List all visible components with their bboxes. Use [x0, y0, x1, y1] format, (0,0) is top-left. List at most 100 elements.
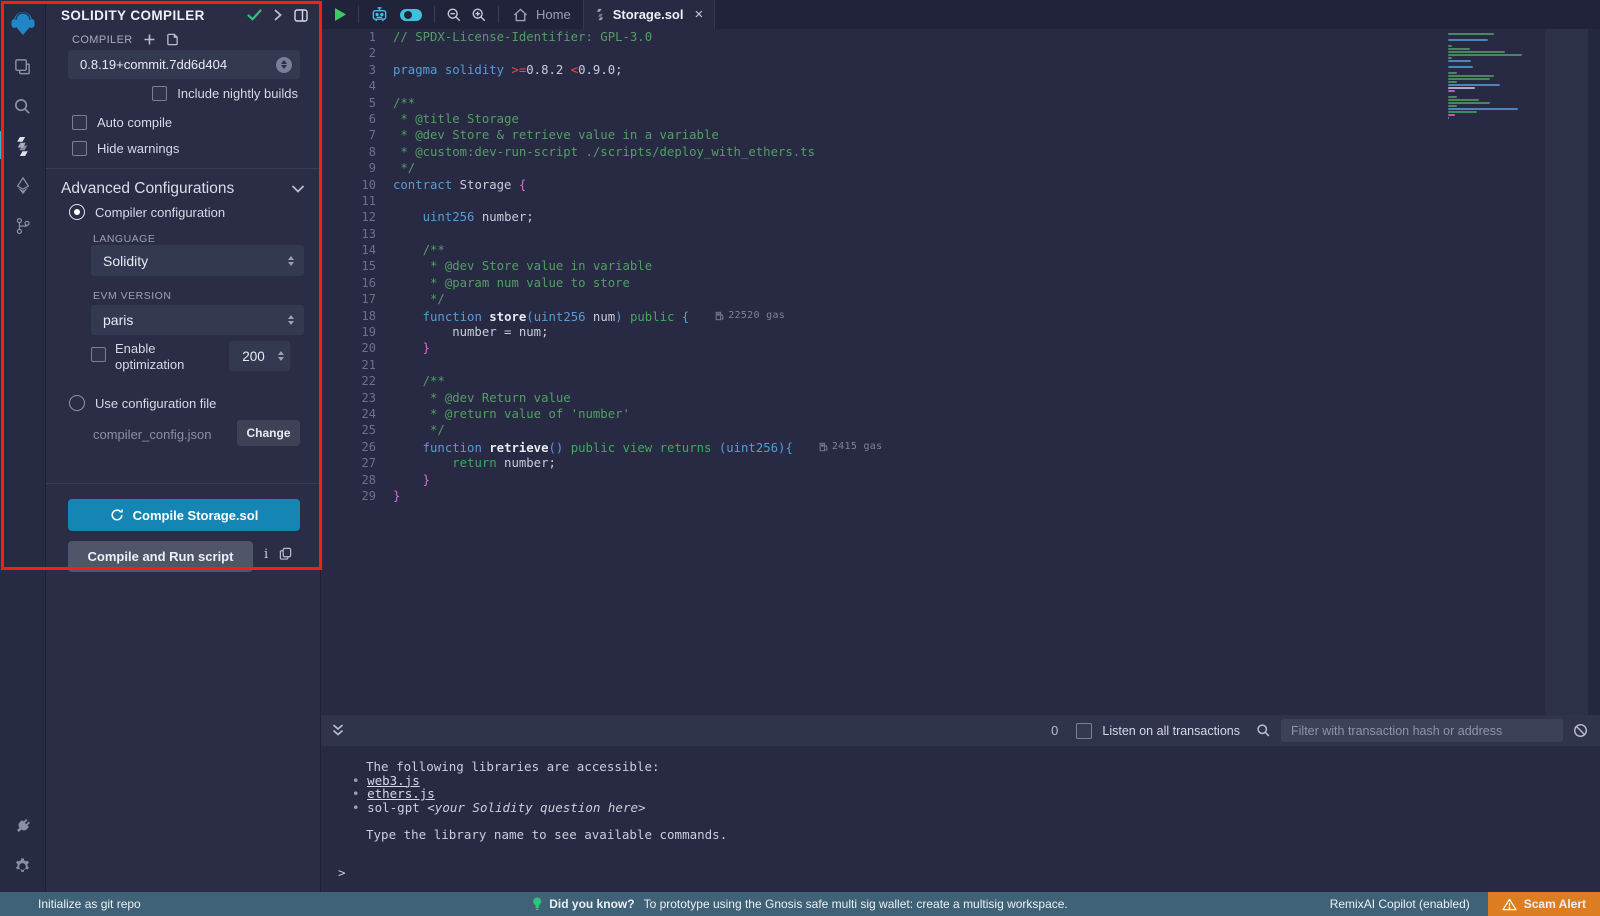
add-compiler-icon[interactable] — [144, 34, 155, 45]
version-stepper-icon — [276, 57, 292, 73]
compiler-version-select[interactable]: 0.8.19+commit.7dd6d404 — [68, 50, 300, 79]
code-line[interactable]: 26 function retrieve() public view retur… — [320, 439, 1600, 455]
nightly-builds-checkbox[interactable] — [152, 86, 167, 101]
code-line[interactable]: 13 — [320, 226, 1600, 242]
close-tab-icon[interactable]: × — [694, 6, 703, 23]
warning-triangle-icon — [1502, 898, 1517, 911]
code-line[interactable]: 21 — [320, 357, 1600, 373]
code-line[interactable]: 6 * @title Storage — [320, 111, 1600, 127]
advanced-configurations-header[interactable]: Advanced Configurations — [61, 180, 304, 198]
code-line[interactable]: 15 * @dev Store value in variable — [320, 258, 1600, 274]
terminal-lib-item: web3.js — [320, 774, 1600, 788]
code-line[interactable]: 29} — [320, 488, 1600, 504]
zoom-out-icon[interactable] — [446, 7, 462, 23]
tab-home-label: Home — [536, 7, 571, 22]
info-icon[interactable]: i — [264, 547, 268, 562]
code-line[interactable]: 28 } — [320, 472, 1600, 488]
terminal-header: 0 Listen on all transactions — [320, 715, 1600, 746]
compile-button[interactable]: Compile Storage.sol — [68, 499, 300, 531]
code-line[interactable]: 7 * @dev Store & retrieve value in a var… — [320, 127, 1600, 143]
code-lines: 1// SPDX-License-Identifier: GPL-3.023pr… — [320, 29, 1600, 504]
nightly-builds-label[interactable]: Include nightly builds — [177, 86, 298, 101]
number-stepper-icon[interactable] — [278, 351, 284, 361]
solidity-compiler-panel: SOLIDITY COMPILER COMPILER 0.8.19+commit… — [45, 0, 321, 892]
compile-button-label: Compile Storage.sol — [133, 508, 259, 523]
enable-optimization-label[interactable]: Enable optimization — [115, 341, 211, 373]
use-configuration-file-radio[interactable] — [69, 395, 85, 411]
code-line[interactable]: 24 * @return value of 'number' — [320, 406, 1600, 422]
copilot-toggle[interactable] — [399, 8, 423, 22]
code-line[interactable]: 22 /** — [320, 373, 1600, 389]
terminal-hint: Type the library name to see available c… — [320, 828, 1600, 842]
auto-compile-label[interactable]: Auto compile — [97, 115, 172, 130]
code-line[interactable]: 18 function store(uint256 num) public {2… — [320, 308, 1600, 324]
hide-warnings-checkbox[interactable] — [72, 141, 87, 156]
listen-transactions-label[interactable]: Listen on all transactions — [1102, 724, 1240, 738]
code-line[interactable]: 25 */ — [320, 422, 1600, 438]
deploy-and-run-icon[interactable] — [0, 166, 45, 206]
terminal-body[interactable]: The following libraries are accessible: … — [320, 746, 1600, 892]
pin-panel-icon[interactable] — [294, 9, 308, 22]
copilot-status[interactable]: RemixAI Copilot (enabled) — [1330, 897, 1470, 911]
code-line[interactable]: 5/** — [320, 95, 1600, 111]
collapse-panel-icon[interactable] — [274, 9, 282, 21]
code-line[interactable]: 11 — [320, 193, 1600, 209]
did-you-know-tip: Did you know? To prototype using the Gno… — [532, 897, 1068, 911]
ai-copilot-robot-icon[interactable] — [370, 6, 389, 23]
code-line[interactable]: 17 */ — [320, 291, 1600, 307]
scam-alert-badge[interactable]: Scam Alert — [1488, 892, 1600, 916]
plugin-manager-icon[interactable] — [0, 806, 45, 846]
file-explorer-icon[interactable] — [0, 46, 45, 86]
solidity-compiler-icon[interactable] — [0, 126, 45, 166]
language-select[interactable]: Solidity — [91, 245, 304, 276]
tab-home[interactable]: Home — [501, 0, 583, 29]
zoom-in-icon[interactable] — [471, 7, 487, 23]
editor-tabbar: Home Storage.sol × — [320, 0, 1600, 29]
tab-storage-sol[interactable]: Storage.sol × — [583, 0, 716, 29]
code-line[interactable]: 1// SPDX-License-Identifier: GPL-3.0 — [320, 29, 1600, 45]
optimization-runs-input[interactable]: 200 — [229, 341, 290, 371]
compile-and-run-button[interactable]: Compile and Run script — [68, 541, 253, 572]
settings-icon[interactable] — [0, 846, 45, 886]
enable-optimization-checkbox[interactable] — [91, 347, 106, 362]
copy-icon[interactable] — [279, 547, 292, 560]
change-config-button[interactable]: Change — [237, 420, 300, 446]
code-line[interactable]: 27 return number; — [320, 455, 1600, 471]
remix-logo[interactable] — [0, 0, 45, 46]
code-line[interactable]: 9 */ — [320, 160, 1600, 176]
clear-console-icon[interactable] — [1573, 723, 1588, 738]
terminal-lib-item: ethers.js — [320, 787, 1600, 801]
code-line[interactable]: 3pragma solidity >=0.8.2 <0.9.0; — [320, 62, 1600, 78]
compiler-version-value: 0.8.19+commit.7dd6d404 — [68, 57, 276, 72]
auto-compile-checkbox[interactable] — [72, 115, 87, 130]
code-line[interactable]: 4 — [320, 78, 1600, 94]
git-icon[interactable] — [0, 206, 45, 246]
code-line[interactable]: 20 } — [320, 340, 1600, 356]
code-line[interactable]: 19 number = num; — [320, 324, 1600, 340]
run-script-play-icon[interactable] — [334, 7, 347, 22]
open-compiler-file-icon[interactable] — [166, 33, 179, 46]
use-configuration-file-label[interactable]: Use configuration file — [95, 396, 216, 411]
compiler-configuration-radio[interactable] — [69, 204, 85, 220]
init-git-repo-button[interactable]: Initialize as git repo — [38, 897, 141, 911]
hide-warnings-label[interactable]: Hide warnings — [97, 141, 179, 156]
transaction-filter-input[interactable] — [1281, 719, 1563, 742]
editor-scrollbar[interactable] — [1545, 29, 1588, 715]
search-icon[interactable] — [0, 86, 45, 126]
expand-terminal-icon[interactable] — [332, 724, 344, 737]
code-line[interactable]: 12 uint256 number; — [320, 209, 1600, 225]
listen-transactions-checkbox[interactable] — [1076, 723, 1092, 739]
code-line[interactable]: 10contract Storage { — [320, 177, 1600, 193]
code-line[interactable]: 2 — [320, 45, 1600, 61]
lightbulb-icon — [532, 897, 542, 911]
compiler-configuration-label[interactable]: Compiler configuration — [95, 205, 225, 220]
code-line[interactable]: 8 * @custom:dev-run-script ./scripts/dep… — [320, 144, 1600, 160]
terminal-prompt[interactable]: > — [338, 866, 346, 880]
code-line[interactable]: 16 * @param num value to store — [320, 275, 1600, 291]
code-line[interactable]: 23 * @dev Return value — [320, 390, 1600, 406]
tip-title: Did you know? — [549, 897, 634, 911]
code-line[interactable]: 14 /** — [320, 242, 1600, 258]
code-editor[interactable]: 1// SPDX-License-Identifier: GPL-3.023pr… — [320, 29, 1600, 715]
minimap[interactable] — [1448, 33, 1543, 120]
evm-version-select[interactable]: paris — [91, 305, 304, 335]
